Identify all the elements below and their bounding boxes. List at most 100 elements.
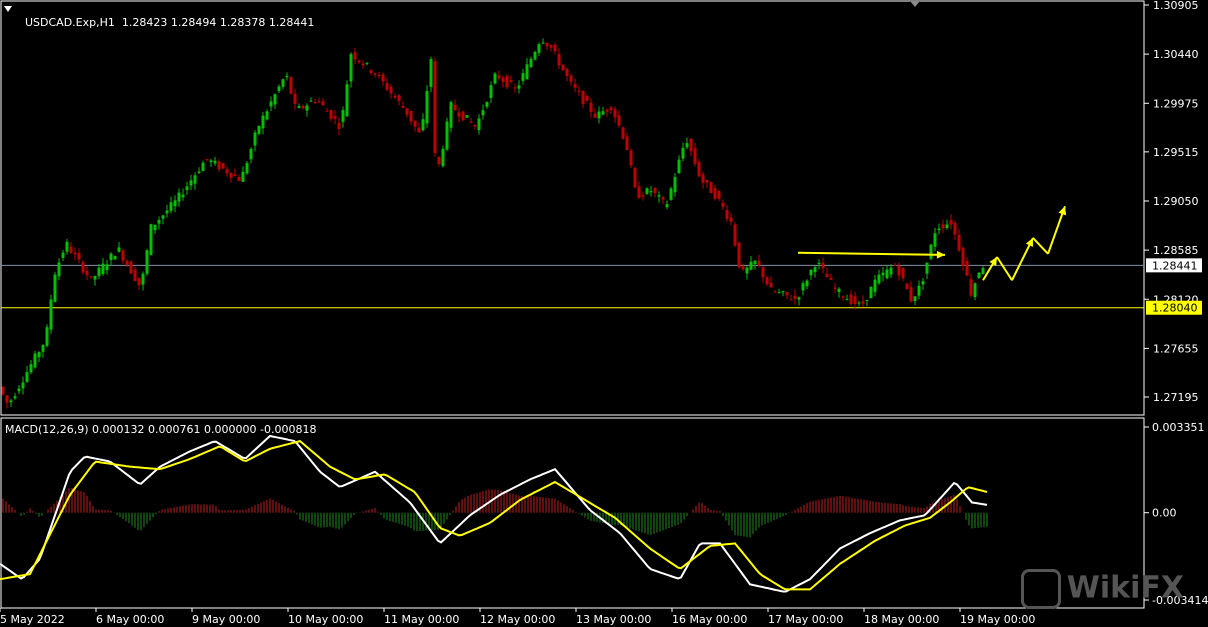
candle-body [937,228,941,231]
candle-body [909,287,913,302]
candle-body [701,174,705,183]
dropdown-triangle-icon[interactable] [4,6,12,12]
candle-body [285,75,289,78]
candle-body [173,200,177,207]
candle-body [597,111,601,119]
candle-body [829,277,833,280]
candle-body [833,287,837,289]
candle-body [257,125,261,134]
candle-body [773,291,777,293]
candle-body [977,272,981,278]
time-tick-label: 5 May 2022 [0,613,65,626]
candle-body [893,265,897,267]
candle-body [641,195,645,197]
candle-body [345,84,349,117]
candle-body [201,162,205,172]
candle-body [873,279,877,292]
time-tick-label: 13 May 00:00 [576,613,651,626]
scroll-marker-icon[interactable] [910,1,920,7]
candle-body [949,220,953,225]
candle-body [133,269,137,281]
candle-body [161,215,165,219]
time-tick-label: 11 May 00:00 [384,613,459,626]
time-tick-label: 6 May 00:00 [96,613,164,626]
candle-body [405,108,409,115]
candles-group [1,38,985,409]
candle-body [493,73,497,84]
candle-body [53,274,57,302]
candle-body [645,188,649,194]
candle-body [857,302,861,304]
candle-body [941,224,945,229]
candle-body [865,300,869,302]
candle-body [145,250,149,274]
candle-body [689,138,693,152]
candle-body [933,233,937,247]
candle-body [541,42,545,44]
candle-body [149,224,153,256]
time-tick-label: 12 May 00:00 [480,613,555,626]
candle-body [57,262,61,277]
candle-body [713,187,717,199]
candle-body [113,255,117,260]
candle-body [821,262,825,269]
candle-body [349,54,353,82]
candle-body [633,167,637,188]
candle-body [85,270,89,276]
candle-body [481,110,485,116]
candle-body [509,80,513,82]
zigzag-segment [1032,237,1049,255]
horizontal-arrow [797,251,946,256]
price-tick-label: 1.30905 [1153,0,1199,12]
candle-body [141,273,145,285]
macd-histogram [2,488,988,538]
candle-body [289,76,293,94]
candle-body [153,224,157,231]
candle-body [649,191,653,193]
candle-body [781,291,785,293]
candle-body [601,111,605,115]
candle-body [809,269,813,276]
candle-body [353,52,357,60]
candle-body [685,143,689,148]
candle-body [905,283,909,290]
candle-body [629,150,633,166]
candle-body [749,261,753,270]
candle-body [529,58,533,68]
candle-body [533,52,537,60]
candle-body [193,175,197,184]
time-axis: 5 May 2022 6 May 00:00 9 May 00:00 10 May 0… [0,608,1035,626]
candle-body [625,136,629,151]
candle-body [517,85,521,89]
candle-body [385,83,389,90]
candle-body [813,267,817,273]
candle-body [377,74,381,76]
candle-body [209,160,213,163]
candle-body [581,90,585,105]
candle-body [237,177,241,181]
candle-body [365,62,369,64]
candle-body [513,87,517,89]
candle-body [177,192,181,202]
candle-body [609,107,613,111]
candle-body [445,121,449,150]
candle-body [825,273,829,278]
candle-body [725,209,729,219]
candle-body [217,161,221,170]
candle-body [37,352,41,358]
candle-body [77,252,81,260]
price-tick-label: 1.27195 [1153,391,1199,404]
candle-body [381,74,385,82]
candle-body [861,301,865,304]
candle-body [165,210,169,214]
candle-body [693,148,697,164]
candle-body [297,106,301,108]
candle-body [705,180,709,183]
candle-body [637,186,641,199]
candle-body [469,121,473,123]
candle-body [921,281,925,285]
candle-body [785,292,789,296]
candle-body [841,296,845,298]
time-tick-label: 18 May 00:00 [864,613,939,626]
candle-body [301,106,305,109]
